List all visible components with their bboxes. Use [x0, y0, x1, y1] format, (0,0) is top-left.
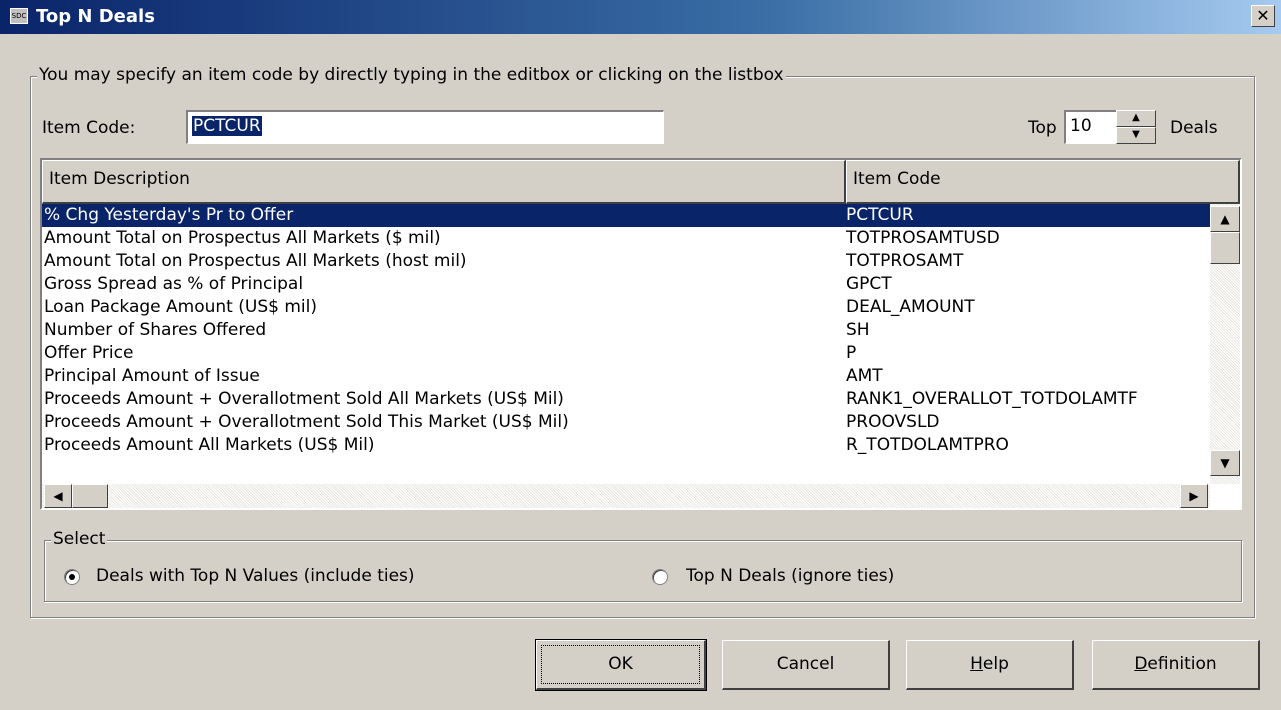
table-row[interactable]: Offer Price P	[42, 342, 1210, 365]
title-bar[interactable]: SDC Top N Deals ✕	[0, 0, 1281, 34]
spin-down-button[interactable]: ▼	[1116, 127, 1156, 144]
close-button[interactable]: ✕	[1251, 5, 1275, 27]
table-row[interactable]: Amount Total on Prospectus All Markets (…	[42, 250, 1210, 273]
select-legend: Select	[51, 529, 108, 549]
help-mnemonic: H	[970, 654, 983, 674]
ok-button[interactable]: OK	[535, 639, 707, 691]
radio-indicator-unchecked	[652, 569, 668, 585]
app-icon: SDC	[10, 8, 28, 24]
column-header-code[interactable]: Item Code	[846, 160, 1240, 204]
radio-top-n-deals[interactable]: Top N Deals (ignore ties)	[652, 566, 952, 590]
scroll-down-button[interactable]: ▼	[1210, 450, 1240, 476]
item-code-cell: P	[846, 343, 857, 363]
scroll-right-icon: ▶	[1189, 489, 1199, 503]
close-icon: ✕	[1256, 6, 1270, 25]
table-row[interactable]: Gross Spread as % of Principal GPCT	[42, 273, 1210, 296]
item-code-cell: AMT	[846, 366, 883, 386]
item-description-cell: Proceeds Amount + Overallotment Sold All…	[44, 389, 564, 409]
radio-top-n-values[interactable]: Deals with Top N Values (include ties)	[64, 566, 484, 590]
help-button[interactable]: Help	[906, 640, 1074, 690]
cancel-label: Cancel	[776, 654, 835, 674]
table-row[interactable]: Proceeds Amount + Overallotment Sold Thi…	[42, 411, 1210, 434]
top-label: Top	[1028, 118, 1057, 138]
groupbox-legend: You may specify an item code by directly…	[37, 65, 786, 85]
scroll-right-button[interactable]: ▶	[1180, 484, 1208, 508]
table-row[interactable]: Amount Total on Prospectus All Markets (…	[42, 227, 1210, 250]
deals-label: Deals	[1170, 118, 1218, 138]
item-code-input[interactable]: PCTCUR	[186, 110, 664, 144]
item-code-cell: TOTPROSAMT	[846, 251, 964, 271]
item-code-cell: RANK1_OVERALLOT_TOTDOLAMTF	[846, 389, 1138, 409]
item-description-cell: Amount Total on Prospectus All Markets (…	[44, 251, 467, 271]
vertical-scrollbar[interactable]: ▲ ▼	[1210, 204, 1240, 484]
table-row[interactable]: % Chg Yesterday's Pr to Offer PCTCUR	[42, 204, 1210, 227]
radio-label-top-n-values: Deals with Top N Values (include ties)	[96, 566, 415, 586]
item-code-value: PCTCUR	[192, 116, 262, 136]
scroll-down-icon: ▼	[1220, 456, 1230, 470]
spin-down-icon: ▼	[1132, 129, 1140, 140]
item-code-cell: GPCT	[846, 274, 892, 294]
scroll-left-icon: ◀	[53, 489, 63, 503]
definition-label: efinition	[1147, 654, 1217, 674]
item-code-cell: DEAL_AMOUNT	[846, 297, 975, 317]
help-label: elp	[982, 654, 1009, 674]
item-code-cell: TOTPROSAMTUSD	[846, 228, 1000, 248]
item-description-cell: Amount Total on Prospectus All Markets (…	[44, 228, 441, 248]
item-description-cell: Principal Amount of Issue	[44, 366, 260, 386]
item-code-cell: PROOVSLD	[846, 412, 940, 432]
spin-up-icon: ▲	[1132, 112, 1140, 123]
table-row[interactable]: Proceeds Amount All Markets (US$ Mil) R_T…	[42, 434, 1210, 457]
table-row[interactable]: Number of Shares Offered SH	[42, 319, 1210, 342]
item-description-cell: % Chg Yesterday's Pr to Offer	[44, 205, 294, 225]
radio-label-top-n-deals: Top N Deals (ignore ties)	[686, 566, 895, 586]
spin-up-button[interactable]: ▲	[1116, 110, 1156, 127]
item-listview[interactable]: Item Description Item Code % Chg Yesterd…	[40, 158, 1242, 510]
definition-mnemonic: D	[1134, 654, 1148, 674]
item-description-cell: Loan Package Amount (US$ mil)	[44, 297, 317, 317]
item-description-cell: Proceeds Amount + Overallotment Sold Thi…	[44, 412, 569, 432]
scroll-left-button[interactable]: ◀	[44, 484, 72, 508]
scroll-up-button[interactable]: ▲	[1210, 206, 1240, 232]
table-row[interactable]: Proceeds Amount + Overallotment Sold All…	[42, 388, 1210, 411]
item-description-cell: Gross Spread as % of Principal	[44, 274, 304, 294]
table-row[interactable]: Principal Amount of Issue AMT	[42, 365, 1210, 388]
item-description-cell: Proceeds Amount All Markets (US$ Mil)	[44, 435, 375, 455]
table-row[interactable]: Loan Package Amount (US$ mil) DEAL_AMOUNT	[42, 296, 1210, 319]
top-n-value: 10	[1070, 116, 1092, 136]
radio-indicator-checked	[64, 569, 80, 585]
window-title: Top N Deals	[36, 6, 155, 27]
vertical-scroll-thumb[interactable]	[1210, 232, 1240, 264]
column-header-description[interactable]: Item Description	[42, 160, 846, 204]
horizontal-scrollbar[interactable]: ◀ ▶	[42, 484, 1210, 508]
top-n-input[interactable]: 10	[1064, 110, 1118, 144]
cancel-button[interactable]: Cancel	[722, 640, 890, 690]
horizontal-scroll-thumb[interactable]	[72, 484, 108, 508]
scroll-up-icon: ▲	[1220, 212, 1230, 226]
focus-rectangle	[541, 645, 700, 684]
item-description-cell: Offer Price	[44, 343, 134, 363]
item-code-cell: PCTCUR	[846, 205, 914, 225]
definition-button[interactable]: Definition	[1092, 640, 1260, 690]
item-description-cell: Number of Shares Offered	[44, 320, 267, 340]
top-n-spinner[interactable]: ▲ ▼	[1116, 110, 1156, 144]
item-code-cell: R_TOTDOLAMTPRO	[846, 435, 1009, 455]
item-code-cell: SH	[846, 320, 870, 340]
item-code-label: Item Code:	[42, 118, 136, 138]
